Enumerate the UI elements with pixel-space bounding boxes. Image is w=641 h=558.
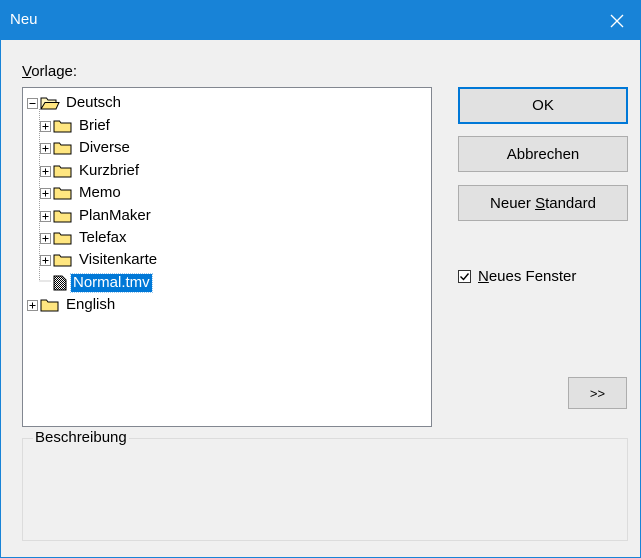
tree-label: Diverse: [79, 139, 130, 156]
expand-icon[interactable]: [40, 210, 51, 222]
tree-label: Kurzbrief: [79, 162, 140, 179]
more-button-label: >>: [589, 385, 606, 401]
dialog-window: Neu Vorlage: Deutsch Brief Diverse Kurzb…: [0, 0, 641, 558]
description-legend: Beschreibung: [33, 429, 129, 446]
close-icon: [610, 14, 624, 27]
expand-icon[interactable]: [40, 254, 51, 266]
template-file-icon: [53, 275, 67, 291]
tree-node-english[interactable]: English: [27, 295, 117, 315]
folder-icon: [53, 165, 72, 178]
expand-icon[interactable]: [27, 299, 38, 311]
new-window-label: Neues Fenster: [478, 268, 577, 285]
new-window-checkbox[interactable]: [458, 270, 471, 283]
tree-node-brief[interactable]: Brief: [40, 116, 112, 136]
tree-label-english: English: [66, 296, 116, 313]
tree-label: Memo: [79, 184, 121, 201]
tree-label: Telefax: [79, 229, 127, 246]
tree-label-deutsch: Deutsch: [66, 94, 122, 111]
ok-button[interactable]: OK: [458, 87, 628, 124]
expand-icon[interactable]: [40, 142, 51, 154]
title-bar[interactable]: Neu: [1, 1, 640, 40]
folder-icon: [53, 254, 72, 267]
tree-node-diverse[interactable]: Diverse: [40, 138, 132, 158]
expand-icon[interactable]: [40, 120, 51, 132]
new-default-button-label: Neuer Standard: [490, 194, 596, 212]
tree-node-kurzbrief[interactable]: Kurzbrief: [40, 161, 141, 181]
template-label: Vorlage:: [22, 63, 78, 80]
expand-icon[interactable]: [40, 187, 51, 199]
folder-icon: [53, 187, 72, 200]
folder-icon: [40, 299, 59, 312]
cancel-button[interactable]: Abbrechen: [458, 136, 628, 172]
tree-node-normal-tmv[interactable]: Normal.tmv: [53, 273, 153, 293]
tree-label: Visitenkarte: [79, 251, 158, 268]
tree-label-file: Normal.tmv: [70, 273, 153, 293]
new-default-button[interactable]: Neuer Standard: [458, 185, 628, 221]
ok-button-label: OK: [532, 97, 554, 114]
template-tree[interactable]: Deutsch Brief Diverse Kurzbrief Memo Pla…: [22, 87, 432, 427]
window-title: Neu: [10, 11, 38, 28]
folder-icon: [53, 120, 72, 133]
close-button[interactable]: [594, 1, 640, 40]
new-window-option[interactable]: Neues Fenster: [458, 268, 576, 285]
tree-label: Brief: [79, 117, 110, 134]
more-button[interactable]: >>: [568, 377, 627, 409]
collapse-icon[interactable]: [27, 97, 38, 109]
cancel-button-label: Abbrechen: [506, 145, 580, 163]
expand-icon[interactable]: [40, 165, 51, 177]
folder-open-icon: [40, 97, 60, 110]
tree-node-memo[interactable]: Memo: [40, 183, 123, 203]
tree-node-telefax[interactable]: Telefax: [40, 228, 129, 248]
folder-icon: [53, 142, 72, 155]
description-group: Beschreibung: [22, 429, 628, 541]
folder-icon: [53, 232, 72, 245]
tree-node-deutsch[interactable]: Deutsch: [27, 93, 123, 113]
tree-node-planmaker[interactable]: PlanMaker: [40, 206, 153, 226]
checkmark-icon: [460, 273, 470, 281]
folder-icon: [53, 210, 72, 223]
tree-node-visitenkarte[interactable]: Visitenkarte: [40, 250, 159, 270]
tree-label: PlanMaker: [79, 207, 151, 224]
expand-icon[interactable]: [40, 232, 51, 244]
